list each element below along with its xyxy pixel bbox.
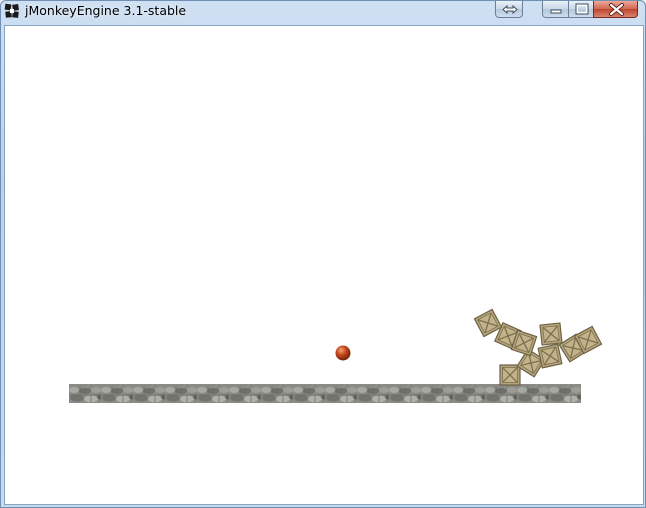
maximize-button[interactable] bbox=[568, 1, 594, 18]
crate-pile bbox=[473, 308, 603, 386]
cannonball bbox=[335, 345, 351, 361]
app-window: jMonkeyEngine 3.1-stable bbox=[0, 0, 646, 508]
swap-button[interactable] bbox=[495, 1, 523, 18]
close-button[interactable] bbox=[593, 1, 638, 18]
render-canvas[interactable] bbox=[4, 25, 644, 505]
title-bar[interactable]: jMonkeyEngine 3.1-stable bbox=[1, 1, 645, 23]
stone-floor bbox=[69, 384, 581, 403]
crate bbox=[473, 308, 503, 338]
jmonkey-app-icon bbox=[4, 3, 20, 19]
crate bbox=[539, 322, 563, 346]
crate bbox=[499, 364, 521, 386]
crate bbox=[537, 343, 563, 369]
window-title: jMonkeyEngine 3.1-stable bbox=[25, 3, 187, 18]
minimize-button[interactable] bbox=[542, 1, 569, 18]
